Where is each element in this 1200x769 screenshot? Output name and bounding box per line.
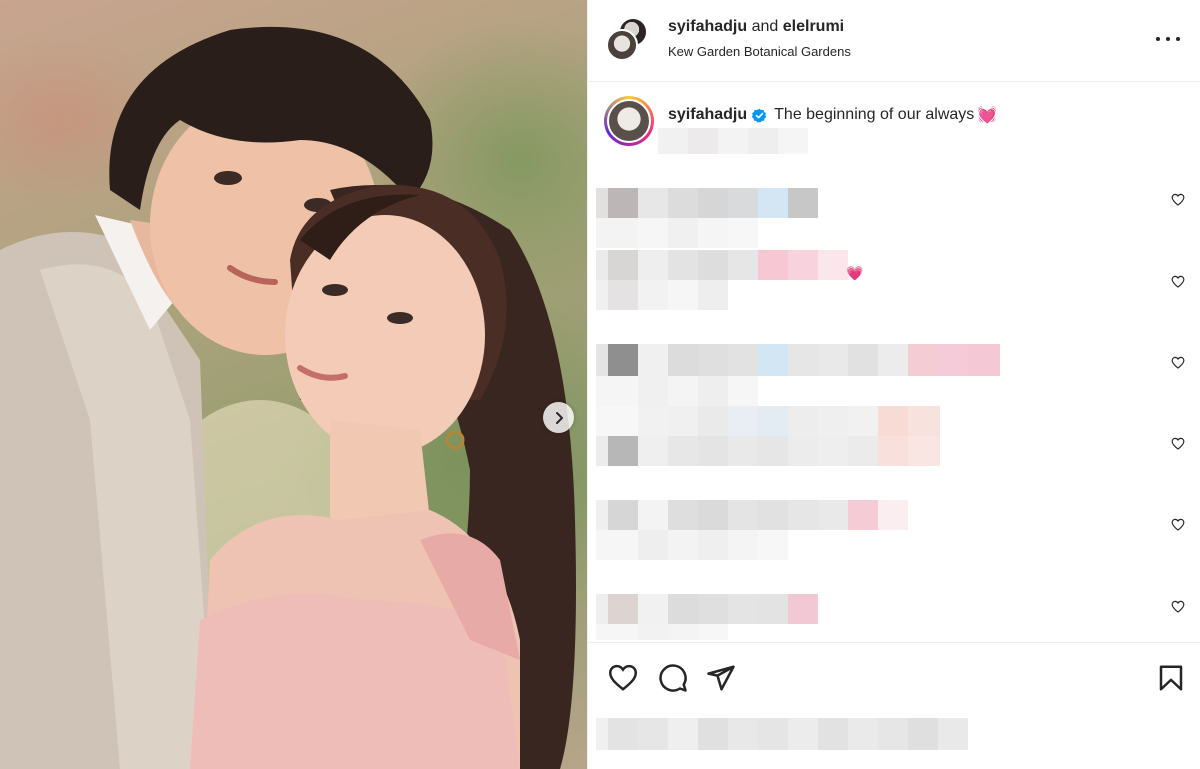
list-item — [596, 344, 1032, 376]
post-actions — [588, 642, 1200, 710]
send-icon[interactable] — [706, 663, 736, 693]
collab-avatars[interactable] — [606, 17, 650, 61]
list-item — [596, 624, 756, 640]
list-item — [596, 280, 756, 310]
list-item — [596, 530, 816, 560]
avatar[interactable] — [606, 29, 638, 61]
more-options-icon — [1176, 37, 1180, 41]
more-options-icon — [1156, 37, 1160, 41]
censored-caption-line — [658, 128, 808, 154]
bookmark-icon[interactable] — [1156, 663, 1186, 693]
author-username[interactable]: syifahadju — [668, 18, 747, 35]
caption-username[interactable]: syifahadju — [668, 106, 747, 124]
comment-icon[interactable] — [658, 663, 688, 693]
list-item — [596, 406, 1000, 436]
censored-likes-line — [596, 718, 968, 750]
more-options-icon — [1166, 37, 1170, 41]
caption-body: The beginning of our always — [774, 106, 975, 123]
coauthor-username[interactable]: elelrumi — [783, 18, 844, 35]
heart-icon[interactable] — [1171, 193, 1185, 206]
list-item — [596, 250, 876, 280]
avatar — [607, 99, 651, 143]
list-item — [596, 500, 938, 530]
list-item — [596, 436, 1000, 466]
caption-emoji: 💓 — [977, 107, 998, 124]
caption-text-line: syifahadju The beginning of our always 💓 — [668, 105, 997, 125]
post-photo — [0, 26, 576, 769]
caption-avatar[interactable] — [604, 96, 654, 146]
heart-icon[interactable] — [608, 663, 638, 693]
post-media[interactable] — [0, 0, 587, 769]
verified-badge-icon — [752, 108, 767, 122]
post-header: syifahadju and elelrumi Kew Garden Botan… — [588, 0, 1200, 82]
post-sidebar: syifahadju and elelrumi Kew Garden Botan… — [587, 0, 1200, 769]
emoji-fragment: 💗 — [846, 265, 864, 281]
post-authors: syifahadju and elelrumi — [668, 18, 844, 36]
list-item — [596, 376, 826, 406]
list-item — [596, 188, 846, 218]
chevron-right-icon — [555, 411, 563, 424]
more-options-button[interactable] — [1156, 29, 1180, 49]
author-joiner: and — [751, 18, 779, 35]
heart-icon[interactable] — [1171, 518, 1185, 531]
heart-icon[interactable] — [1171, 275, 1185, 288]
heart-icon[interactable] — [1171, 356, 1185, 369]
heart-icon[interactable] — [1171, 600, 1185, 613]
list-item — [596, 218, 846, 248]
next-media-button[interactable] — [543, 402, 574, 433]
heart-icon[interactable] — [1171, 437, 1185, 450]
list-item — [596, 594, 846, 624]
post-location[interactable]: Kew Garden Botanical Gardens — [668, 44, 851, 59]
